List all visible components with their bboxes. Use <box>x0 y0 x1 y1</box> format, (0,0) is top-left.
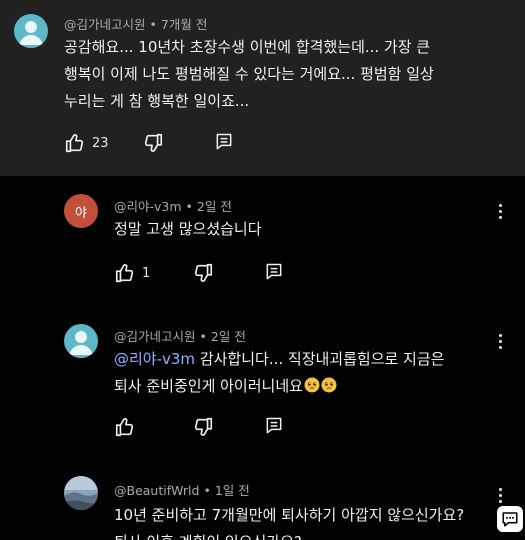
pleading-face-emoji-icon <box>321 377 337 393</box>
author-name[interactable]: @김가네고시원 <box>64 17 146 32</box>
separator: • <box>149 17 157 32</box>
comment-card: @김가네고시원 • 7개월 전 공감해요... 10년차 초장수생 이번에 합격했는… <box>0 0 525 176</box>
like-count: 1 <box>142 265 151 281</box>
user-silhouette-icon <box>69 331 93 355</box>
comment-meta: @BeautifWrld • 1일 전 <box>114 480 250 499</box>
comment-text: @리야-v3m 감사합니다... 직장내괴롭힘으로 지금은 퇴사 준비중인게 아… <box>114 346 444 400</box>
comment-actions: 1 <box>114 262 294 286</box>
like-button[interactable]: 23 <box>64 132 109 154</box>
user-silhouette-icon <box>19 21 43 45</box>
comment-line-rest: 감사합니다... 직장내괴롭힘으로 지금은 <box>195 350 445 368</box>
timestamp[interactable]: 2일 전 <box>197 199 232 214</box>
author-name[interactable]: @BeautifWrld <box>114 483 199 498</box>
comment-text: 정말 고생 많으셨습니다 <box>114 216 262 243</box>
comment-line: @리야-v3m 감사합니다... 직장내괴롭힘으로 지금은 <box>114 346 444 373</box>
comment-meta: @김가네고시원 • 2일 전 <box>114 326 246 345</box>
avatar[interactable]: 야 <box>64 194 98 228</box>
comment-line: 공감해요... 10년차 초장수생 이번에 합격했는데... 가장 큰 <box>64 38 431 56</box>
comment-text: 10년 준비하고 7개월만에 퇴사하기 아깝지 않으신가요? 퇴사 이후 계획이… <box>114 502 464 540</box>
thumb-down-icon <box>194 263 213 282</box>
comment-line: 퇴사 준비중인게 아이러니네요 <box>114 373 444 400</box>
reply-card: @김가네고시원 • 2일 전 @리야-v3m 감사합니다... 직장내괴롭힘으로 지… <box>0 306 525 456</box>
like-button[interactable]: 1 <box>114 262 150 284</box>
more-options-button[interactable] <box>496 488 504 508</box>
mention-link[interactable]: @리야-v3m <box>114 350 195 368</box>
more-options-button[interactable] <box>496 204 504 224</box>
more-options-button[interactable] <box>496 334 504 354</box>
comment-line: 10년 준비하고 7개월만에 퇴사하기 아깝지 않으신가요? <box>114 506 465 524</box>
separator: • <box>199 329 207 344</box>
timestamp[interactable]: 7개월 전 <box>161 17 207 32</box>
comment-line: 정말 고생 많으셨습니다 <box>114 220 262 238</box>
thumb-down-icon <box>144 133 163 152</box>
comment-line: 행복이 이제 나도 평범해질 수 있다는 거에요... 평범함 일상 <box>64 65 434 83</box>
comment-actions: 23 <box>64 132 264 156</box>
thumb-up-icon <box>115 418 134 437</box>
dislike-button[interactable] <box>192 416 214 438</box>
avatar[interactable] <box>14 14 48 48</box>
avatar-letter: 야 <box>75 205 87 221</box>
comment-actions <box>114 416 294 440</box>
thumb-up-icon <box>65 134 84 153</box>
comment-line: 퇴사 이후 계획이 있으신가요? <box>114 529 464 540</box>
reply-icon <box>266 417 282 434</box>
reply-button[interactable] <box>264 262 284 282</box>
avatar[interactable] <box>64 324 98 358</box>
reply-icon <box>216 133 232 150</box>
separator: • <box>185 199 193 214</box>
thumb-up-icon <box>115 264 134 283</box>
dislike-button[interactable] <box>192 262 214 284</box>
thumb-down-icon <box>194 417 213 436</box>
timestamp[interactable]: 2일 전 <box>211 329 246 344</box>
comment-meta: @김가네고시원 • 7개월 전 <box>64 14 207 33</box>
author-name[interactable]: @리야-v3m <box>114 199 182 214</box>
reply-card: 야 @리야-v3m • 2일 전 정말 고생 많으셨습니다 1 <box>0 176 525 306</box>
reply-card: @BeautifWrld • 1일 전 10년 준비하고 7개월만에 퇴사하기 아깝… <box>0 456 525 540</box>
comment-thread: @김가네고시원 • 7개월 전 공감해요... 10년차 초장수생 이번에 합격했는… <box>0 0 525 540</box>
comment-fab-button[interactable] <box>497 506 523 532</box>
like-count: 23 <box>92 135 109 151</box>
comment-text: 공감해요... 10년차 초장수생 이번에 합격했는데... 가장 큰 행복이 … <box>64 34 434 115</box>
comment-line: 누리는 게 참 행복한 일이죠... <box>64 92 250 110</box>
like-button[interactable] <box>114 416 136 438</box>
comment-meta: @리야-v3m • 2일 전 <box>114 196 232 215</box>
timestamp[interactable]: 1일 전 <box>215 483 250 498</box>
reply-button[interactable] <box>214 132 234 152</box>
avatar[interactable] <box>64 476 98 510</box>
dislike-button[interactable] <box>142 132 164 154</box>
comment-line-text: 퇴사 준비중인게 아이러니네요 <box>114 377 303 395</box>
reply-button[interactable] <box>264 416 284 436</box>
author-name[interactable]: @김가네고시원 <box>114 329 196 344</box>
chat-bubble-icon <box>502 512 518 527</box>
reply-icon <box>266 263 282 280</box>
separator: • <box>203 483 211 498</box>
pleading-face-emoji-icon <box>304 377 320 393</box>
landscape-avatar-icon <box>64 476 98 510</box>
